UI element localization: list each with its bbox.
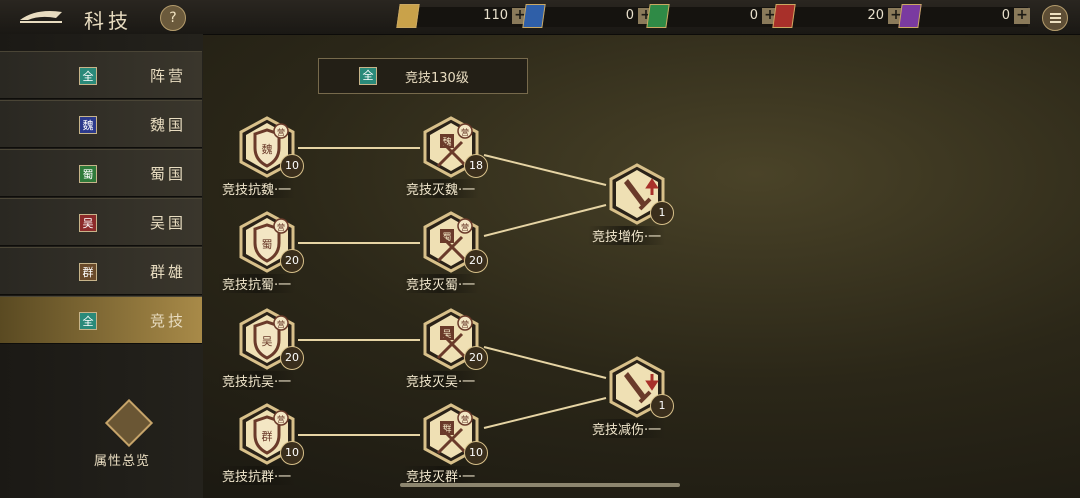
tech-node-label: 竞技抗蜀·一: [218, 274, 296, 293]
node-level-count: 10: [280, 441, 304, 465]
node-level-count: 20: [280, 249, 304, 273]
node-level-count: 20: [280, 346, 304, 370]
tech-node-label: 竞技抗群·一: [218, 466, 296, 485]
tech-node-resist-wu[interactable]: 吴 营 20: [236, 308, 304, 370]
tech-node-dmg-down[interactable]: 1: [606, 356, 674, 418]
node-level-count: 20: [464, 346, 488, 370]
svg-text:营: 营: [461, 127, 469, 137]
tech-node-dmg-up[interactable]: 1: [606, 163, 674, 225]
tech-node-label: 竞技抗魏·一: [218, 179, 296, 198]
svg-text:营: 营: [461, 319, 469, 329]
tech-node-label: 竞技抗吴·一: [218, 371, 296, 390]
svg-text:营: 营: [277, 414, 285, 424]
tech-node-label: 竞技灭吴·一: [402, 371, 480, 390]
tech-node-resist-shu[interactable]: 蜀 营 20: [236, 211, 304, 273]
tech-tree-connectors: [298, 147, 607, 436]
tech-node-label: 竞技灭魏·一: [402, 179, 480, 198]
svg-text:营: 营: [461, 414, 469, 424]
svg-text:群: 群: [262, 429, 273, 443]
node-level-count: 1: [650, 394, 674, 418]
svg-text:营: 营: [461, 222, 469, 232]
node-level-count: 10: [464, 441, 488, 465]
svg-text:营: 营: [277, 127, 285, 137]
node-level-count: 1: [650, 201, 674, 225]
svg-text:吴: 吴: [262, 335, 273, 348]
svg-text:魏: 魏: [262, 142, 273, 156]
tech-node-destroy-shu[interactable]: 蜀 营 20: [420, 211, 488, 273]
node-level-count: 10: [280, 154, 304, 178]
svg-text:营: 营: [277, 319, 285, 329]
svg-text:蜀: 蜀: [262, 238, 273, 251]
tech-node-destroy-wu[interactable]: 吴 营 20: [420, 308, 488, 370]
node-level-count: 20: [464, 249, 488, 273]
tech-node-label: 竞技减伤·一: [588, 419, 666, 438]
tech-node-destroy-wei[interactable]: 魏 营 18: [420, 116, 488, 178]
tech-node-resist-qun[interactable]: 群 营 10: [236, 403, 304, 465]
tech-node-destroy-qun[interactable]: 群 营 10: [420, 403, 488, 465]
svg-text:营: 营: [277, 222, 285, 232]
tech-node-resist-wei[interactable]: 魏 营 10: [236, 116, 304, 178]
tech-node-label: 竞技增伤·一: [588, 226, 666, 245]
horizontal-scrollbar[interactable]: [400, 483, 680, 487]
tech-node-label: 竞技灭蜀·一: [402, 274, 480, 293]
node-level-count: 18: [464, 154, 488, 178]
